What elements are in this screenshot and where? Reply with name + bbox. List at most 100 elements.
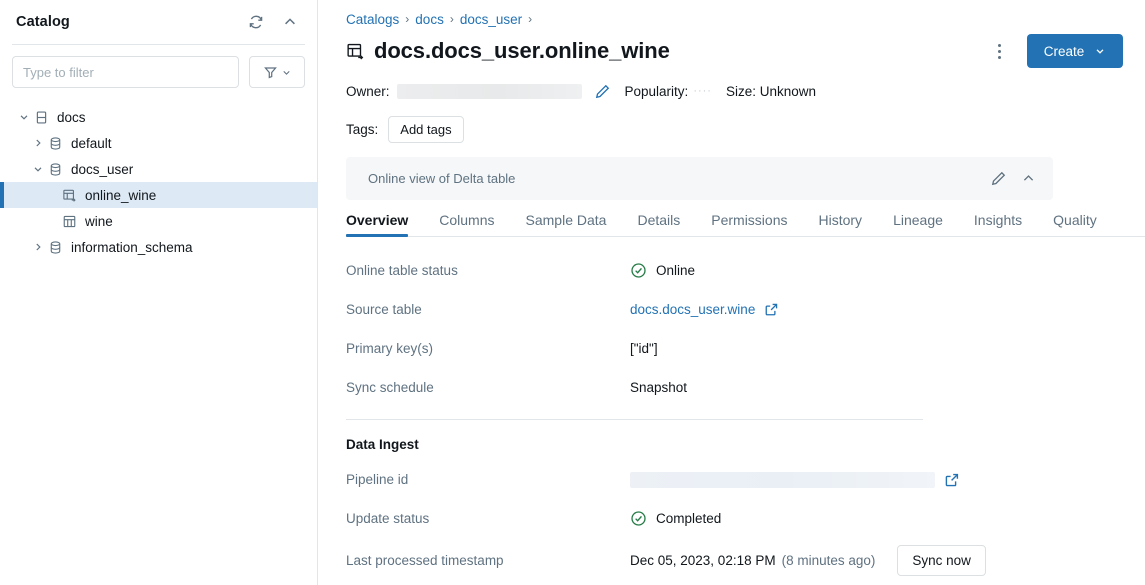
property-value — [630, 472, 960, 488]
main-content: Catalogs › docs › docs_user › docs.docs_… — [318, 0, 1145, 585]
timestamp-relative: (8 minutes ago) — [782, 553, 876, 568]
source-table-link[interactable]: docs.docs_user.wine — [630, 302, 755, 317]
edit-owner-icon[interactable] — [594, 83, 611, 100]
property-label: Last processed timestamp — [346, 553, 630, 568]
tags-row: Tags: Add tags — [346, 114, 1123, 144]
popularity-value: ···· — [693, 85, 712, 97]
chevron-down-icon[interactable] — [16, 109, 32, 125]
section-divider — [346, 419, 923, 420]
breadcrumb-item-docs-user[interactable]: docs_user — [460, 12, 522, 27]
create-button-label: Create — [1044, 44, 1085, 59]
tab-bar: Overview Columns Sample Data Details Per… — [346, 212, 1145, 237]
external-link-icon[interactable] — [764, 302, 779, 317]
table-icon — [60, 213, 78, 229]
tree-item-wine[interactable]: wine — [0, 208, 317, 234]
breadcrumb-separator: › — [405, 12, 409, 26]
catalog-filter-input[interactable] — [12, 56, 239, 88]
tags-label: Tags: — [346, 122, 378, 137]
property-pipeline-id: Pipeline id — [346, 460, 1123, 499]
online-table-icon — [60, 187, 78, 203]
chevron-down-icon — [281, 67, 292, 78]
sidebar-title: Catalog — [16, 14, 235, 30]
update-status-text: Completed — [656, 511, 721, 526]
tree-item-online-wine[interactable]: online_wine — [0, 182, 317, 208]
pipeline-id-redacted — [630, 472, 935, 488]
property-update-status: Update status Completed — [346, 499, 1123, 538]
sidebar-header: Catalog — [0, 0, 317, 44]
owner-value-redacted — [397, 84, 582, 99]
property-value: Snapshot — [630, 380, 687, 395]
catalog-icon — [32, 109, 50, 125]
chevron-right-icon[interactable] — [30, 135, 46, 151]
catalog-tree: docs default — [0, 98, 317, 585]
breadcrumb-separator: › — [528, 12, 532, 26]
tab-lineage[interactable]: Lineage — [893, 212, 943, 236]
schema-icon — [46, 135, 64, 151]
tree-item-label: default — [71, 136, 112, 151]
property-label: Pipeline id — [346, 472, 630, 487]
catalog-explorer-page: Catalog — [0, 0, 1145, 585]
edit-description-icon[interactable] — [983, 164, 1013, 194]
status-text: Online — [656, 263, 695, 278]
tab-insights[interactable]: Insights — [974, 212, 1022, 236]
popularity-label: Popularity: — [625, 84, 689, 99]
tab-permissions[interactable]: Permissions — [711, 212, 787, 236]
property-primary-keys: Primary key(s) ["id"] — [346, 329, 1123, 368]
check-circle-icon — [630, 510, 647, 527]
schema-icon — [46, 161, 64, 177]
sync-now-button[interactable]: Sync now — [897, 545, 986, 576]
chevron-down-icon[interactable] — [30, 161, 46, 177]
property-value: Online — [630, 262, 695, 279]
tab-quality[interactable]: Quality — [1053, 212, 1097, 236]
breadcrumb-item-docs[interactable]: docs — [415, 12, 444, 27]
tree-item-docs-user[interactable]: docs_user — [0, 156, 317, 182]
check-circle-icon — [630, 262, 647, 279]
property-label: Online table status — [346, 263, 630, 278]
property-online-table-status: Online table status Online — [346, 251, 1123, 290]
tab-overview[interactable]: Overview — [346, 212, 408, 236]
overview-properties: Online table status Online Source table … — [346, 251, 1123, 407]
catalog-sidebar: Catalog — [0, 0, 318, 585]
breadcrumb: Catalogs › docs › docs_user › — [346, 8, 1123, 30]
timestamp-value: Dec 05, 2023, 02:18 PM — [630, 553, 776, 568]
page-title: docs.docs_user.online_wine — [374, 38, 670, 64]
add-tags-button[interactable]: Add tags — [388, 116, 463, 143]
chevron-right-icon[interactable] — [30, 239, 46, 255]
create-button[interactable]: Create — [1027, 34, 1123, 68]
data-ingest-properties: Pipeline id Update status — [346, 460, 1123, 582]
tree-item-label: wine — [85, 214, 113, 229]
metadata-row: Owner: Popularity: ···· Size: Unknown — [346, 78, 1123, 104]
online-table-icon — [346, 42, 365, 61]
breadcrumb-item-catalogs[interactable]: Catalogs — [346, 12, 399, 27]
property-label: Sync schedule — [346, 380, 630, 395]
more-vertical-icon[interactable] — [985, 37, 1013, 65]
property-value: docs.docs_user.wine — [630, 302, 779, 317]
property-label: Primary key(s) — [346, 341, 630, 356]
tab-details[interactable]: Details — [637, 212, 680, 236]
refresh-icon[interactable] — [243, 9, 269, 35]
chevron-down-icon — [1094, 45, 1106, 57]
tree-item-information-schema[interactable]: information_schema — [0, 234, 317, 260]
property-source-table: Source table docs.docs_user.wine — [346, 290, 1123, 329]
owner-label: Owner: — [346, 84, 390, 99]
property-sync-schedule: Sync schedule Snapshot — [346, 368, 1123, 407]
tree-item-label: docs — [57, 110, 86, 125]
filter-button[interactable] — [249, 56, 305, 88]
tab-sample-data[interactable]: Sample Data — [526, 212, 607, 236]
page-title-row: docs.docs_user.online_wine Create — [346, 33, 1123, 69]
property-value: Dec 05, 2023, 02:18 PM (8 minutes ago) S… — [630, 545, 986, 576]
size-label: Size: Unknown — [726, 84, 816, 99]
collapse-description-icon[interactable] — [1013, 164, 1043, 194]
schema-icon — [46, 239, 64, 255]
funnel-icon — [263, 65, 278, 80]
external-link-icon[interactable] — [944, 472, 960, 488]
tree-item-default[interactable]: default — [0, 130, 317, 156]
tab-columns[interactable]: Columns — [439, 212, 494, 236]
breadcrumb-separator: › — [450, 12, 454, 26]
property-value: Completed — [630, 510, 721, 527]
tab-history[interactable]: History — [819, 212, 863, 236]
tree-item-docs[interactable]: docs — [0, 104, 317, 130]
collapse-panel-icon[interactable] — [277, 9, 303, 35]
description-text: Online view of Delta table — [368, 171, 983, 186]
tree-item-label: information_schema — [71, 240, 193, 255]
